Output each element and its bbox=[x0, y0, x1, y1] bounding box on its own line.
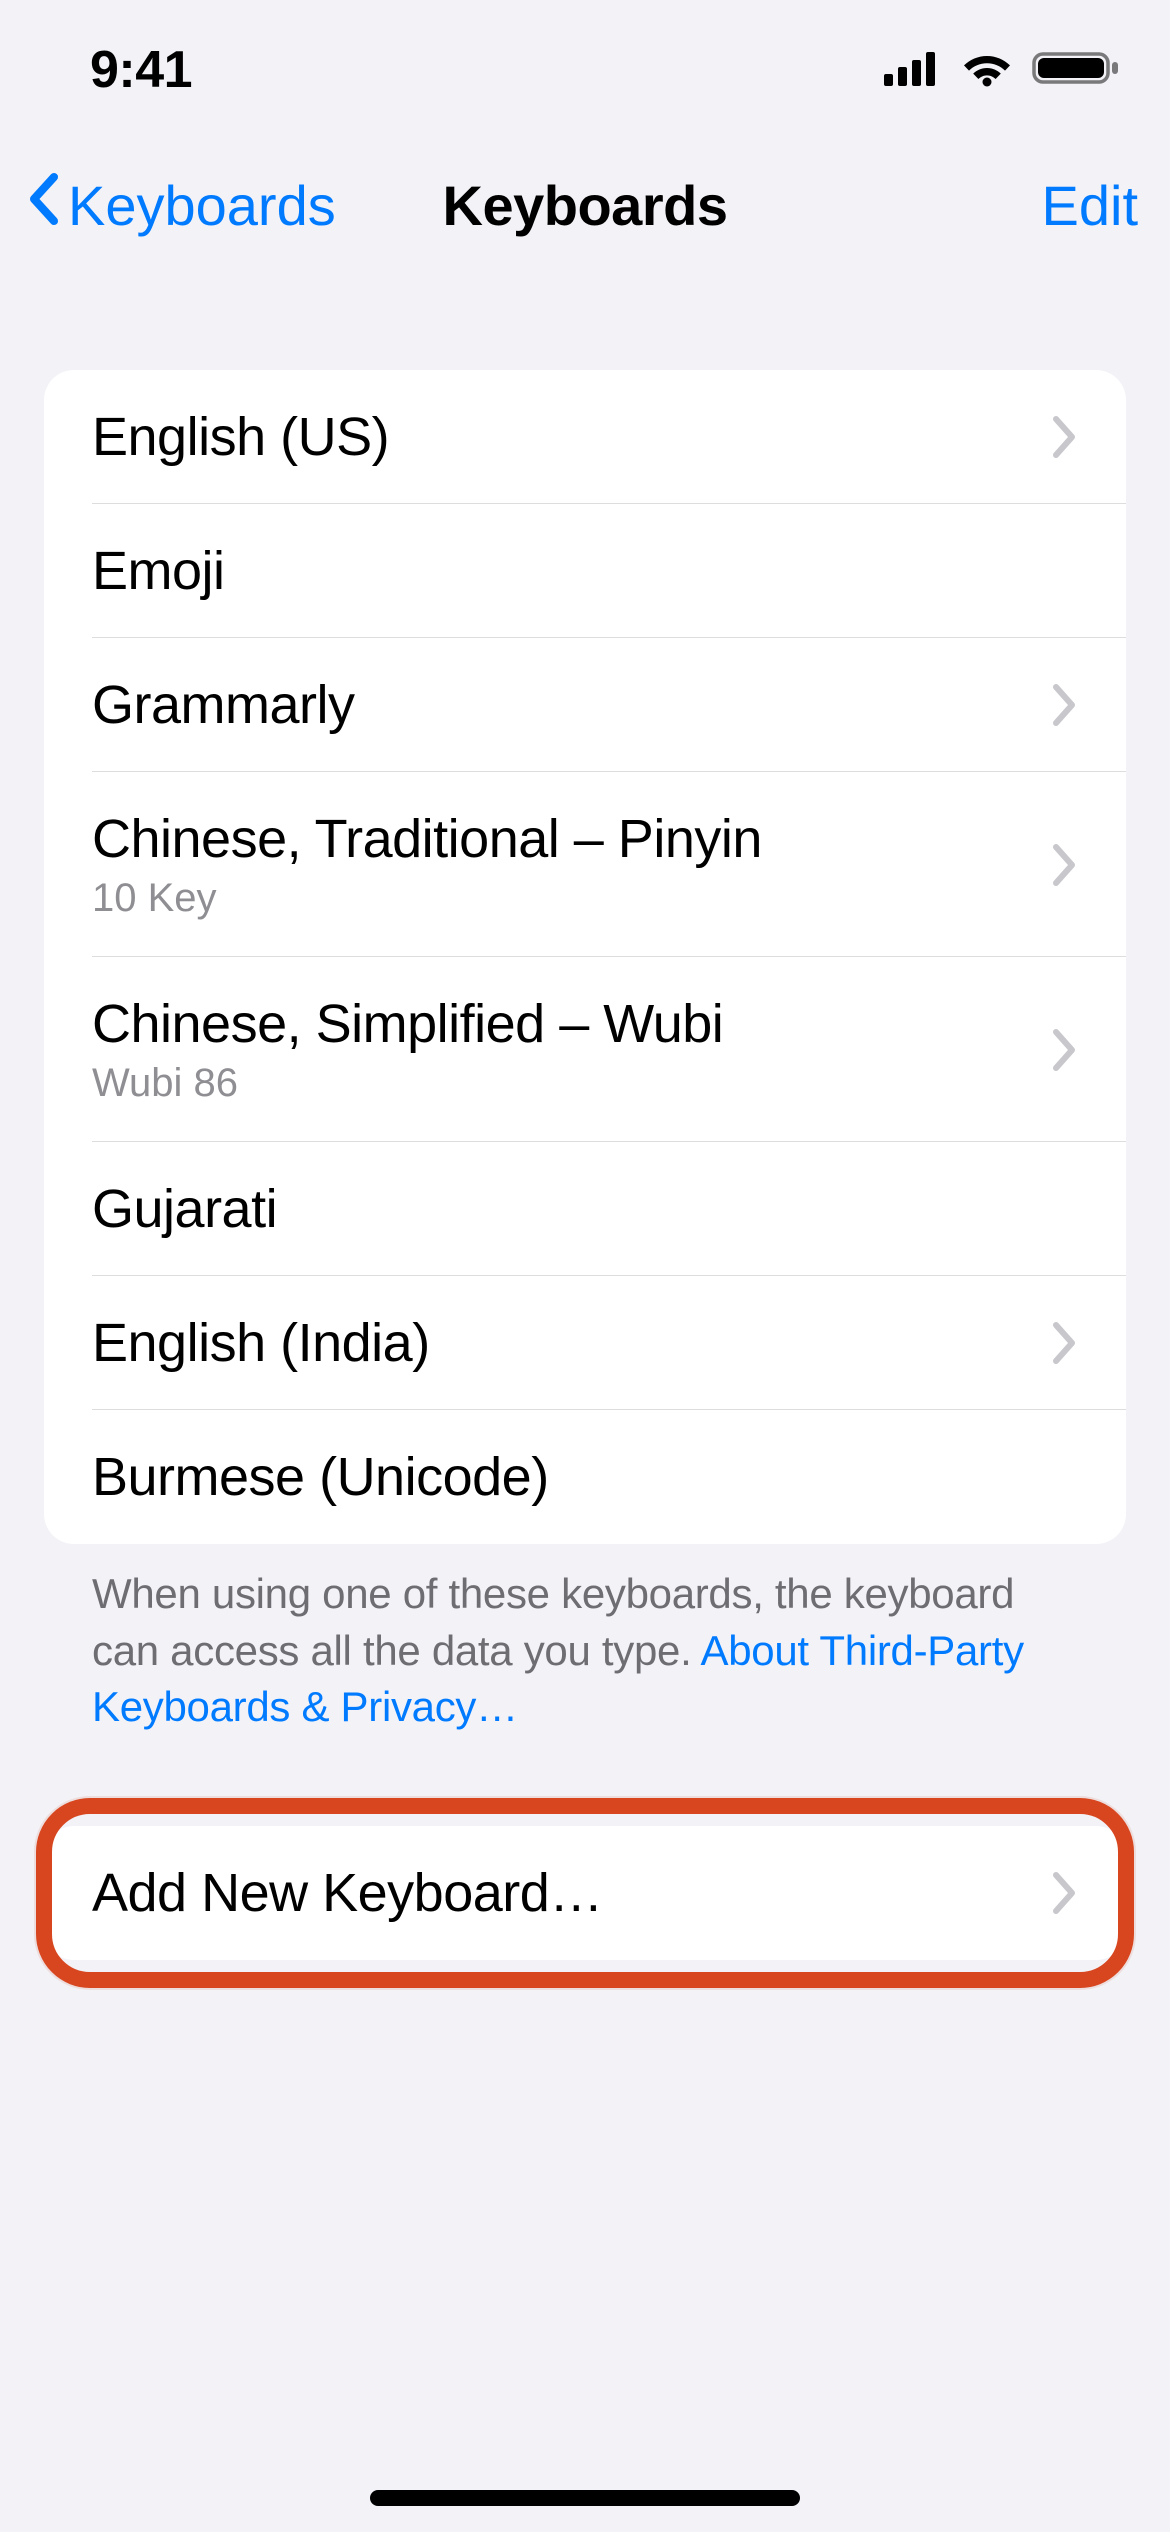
keyboard-label: Grammarly bbox=[92, 674, 355, 736]
chevron-right-icon bbox=[1052, 843, 1078, 887]
chevron-right-icon bbox=[1052, 1321, 1078, 1365]
home-indicator[interactable] bbox=[370, 2490, 800, 2506]
keyboard-row[interactable]: Grammarly bbox=[44, 638, 1126, 772]
add-keyboard-section: Add New Keyboard… bbox=[44, 1806, 1126, 1980]
chevron-right-icon bbox=[1052, 1028, 1078, 1072]
footer-note: When using one of these keyboards, the k… bbox=[44, 1544, 1126, 1736]
cellular-icon bbox=[884, 50, 942, 91]
chevron-right-icon bbox=[1052, 683, 1078, 727]
keyboard-label: English (US) bbox=[92, 406, 389, 468]
keyboard-label: Burmese (Unicode) bbox=[92, 1446, 549, 1508]
nav-bar: Keyboards Keyboards Edit bbox=[0, 140, 1170, 270]
keyboard-row[interactable]: Chinese, Simplified – Wubi Wubi 86 bbox=[44, 957, 1126, 1142]
add-keyboard-row[interactable]: Add New Keyboard… bbox=[44, 1826, 1126, 1960]
chevron-left-icon bbox=[24, 169, 68, 242]
keyboard-row[interactable]: Burmese (Unicode) bbox=[44, 1410, 1126, 1544]
keyboard-row[interactable]: Chinese, Traditional – Pinyin 10 Key bbox=[44, 772, 1126, 957]
keyboard-label: Emoji bbox=[92, 540, 225, 602]
keyboard-row[interactable]: Gujarati bbox=[44, 1142, 1126, 1276]
page-title: Keyboards bbox=[443, 173, 728, 238]
content-area: English (US) Emoji Grammarly Chinese, Tradi… bbox=[0, 270, 1170, 1980]
keyboard-label: Chinese, Simplified – Wubi bbox=[92, 993, 723, 1055]
keyboard-sublabel: Wubi 86 bbox=[92, 1061, 723, 1106]
keyboard-row[interactable]: Emoji bbox=[44, 504, 1126, 638]
status-bar: 9:41 bbox=[0, 0, 1170, 140]
chevron-right-icon bbox=[1052, 415, 1078, 459]
back-button[interactable]: Keyboards bbox=[24, 169, 336, 242]
add-keyboard-label: Add New Keyboard… bbox=[92, 1862, 603, 1924]
battery-icon bbox=[1032, 48, 1120, 93]
wifi-icon bbox=[960, 48, 1014, 93]
chevron-right-icon bbox=[1052, 1871, 1078, 1915]
add-keyboard-group: Add New Keyboard… bbox=[44, 1826, 1126, 1960]
keyboard-row[interactable]: English (US) bbox=[44, 370, 1126, 504]
keyboard-label: English (India) bbox=[92, 1312, 430, 1374]
edit-button[interactable]: Edit bbox=[1042, 173, 1139, 238]
keyboards-list: English (US) Emoji Grammarly Chinese, Tradi… bbox=[44, 370, 1126, 1544]
keyboard-sublabel: 10 Key bbox=[92, 876, 762, 921]
keyboard-label: Chinese, Traditional – Pinyin bbox=[92, 808, 762, 870]
keyboard-label: Gujarati bbox=[92, 1178, 277, 1240]
back-label: Keyboards bbox=[68, 173, 336, 238]
status-time: 9:41 bbox=[90, 40, 192, 100]
status-indicators bbox=[884, 48, 1120, 93]
keyboard-row[interactable]: English (India) bbox=[44, 1276, 1126, 1410]
